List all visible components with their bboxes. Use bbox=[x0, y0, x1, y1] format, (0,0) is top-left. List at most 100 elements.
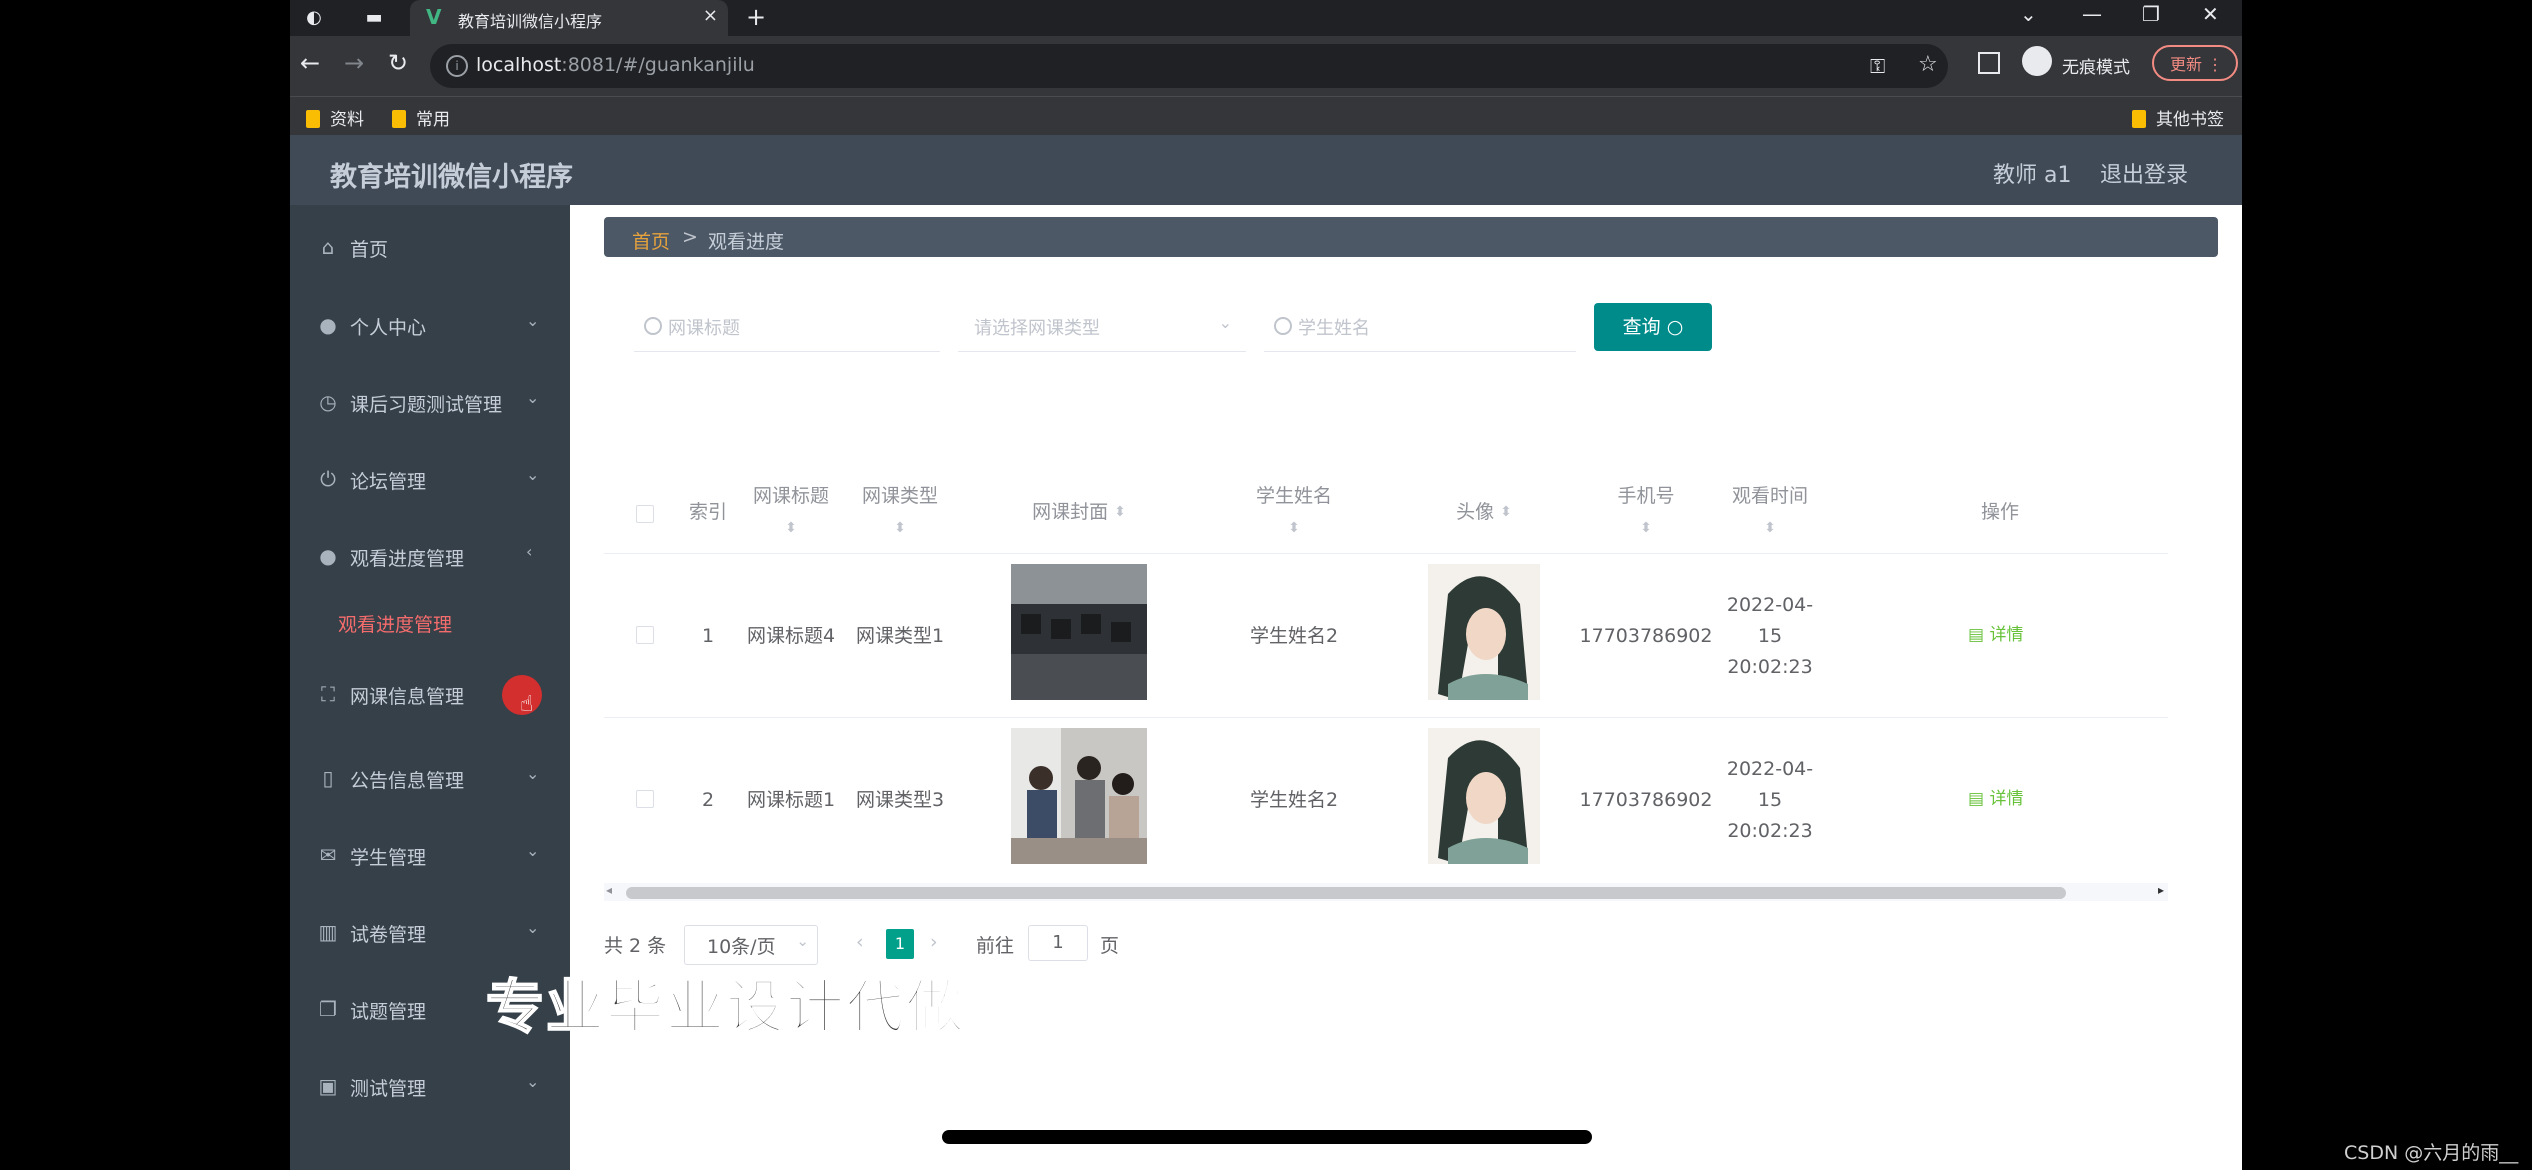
pagination: 共 2 条 10条/页 ⌄ ‹ 1 › 前往 1 页 bbox=[604, 925, 1304, 965]
bookmark-folder[interactable]: 常用 bbox=[392, 105, 450, 130]
sidebar-item-home[interactable]: ⌂ 首页 bbox=[290, 221, 570, 277]
hand-cursor-icon: ☝ bbox=[520, 692, 534, 717]
sidebar-item-profile[interactable]: ● 个人中心 ⌄ bbox=[290, 299, 570, 355]
row-checkbox[interactable] bbox=[636, 790, 654, 808]
tab-title: 教育培训微信小程序 bbox=[458, 12, 603, 31]
scroll-left-icon[interactable]: ◂ bbox=[606, 883, 612, 897]
new-tab-icon[interactable]: + bbox=[746, 3, 766, 31]
goto-label: 前往 bbox=[976, 935, 1015, 957]
cell-title: 网课标题4 bbox=[746, 624, 836, 647]
sort-icon[interactable]: ⬍ bbox=[785, 520, 797, 536]
course-title-search-input[interactable]: 网课标题 bbox=[634, 301, 940, 352]
update-button[interactable]: 更新 ⋮ bbox=[2152, 45, 2238, 81]
chevron-down-icon: ⌄ bbox=[526, 841, 540, 860]
copy-icon: ❐ bbox=[319, 997, 337, 1021]
avatar bbox=[1428, 728, 1540, 864]
detail-button[interactable]: ▤ 详情 bbox=[1968, 620, 2023, 645]
sidebar-item-students[interactable]: ✉ 学生管理 ⌄ bbox=[290, 829, 570, 885]
close-tab-icon[interactable]: × bbox=[703, 5, 718, 26]
course-cover-image bbox=[1011, 728, 1147, 864]
sidebar-item-notices[interactable]: ▯ 公告信息管理 ⌄ bbox=[290, 752, 570, 808]
page-number[interactable]: 1 bbox=[886, 929, 914, 959]
breadcrumb: 首页 > 观看进度 bbox=[604, 217, 2218, 257]
scrollbar-thumb[interactable] bbox=[626, 887, 2066, 899]
sort-icon[interactable]: ⬍ bbox=[1640, 520, 1652, 536]
horizontal-scrollbar[interactable]: ◂ ▸ bbox=[604, 883, 2168, 901]
folder-icon bbox=[2132, 110, 2146, 128]
chevron-down-icon: ⌄ bbox=[526, 918, 540, 937]
sort-icon[interactable]: ⬍ bbox=[1114, 497, 1126, 527]
search-icon bbox=[1274, 317, 1292, 335]
tab-search-chevron-icon[interactable]: ⌄ bbox=[2020, 2, 2037, 26]
goto-page-input[interactable]: 1 bbox=[1028, 925, 1088, 961]
credit-text: CSDN @六月的雨__ bbox=[2344, 1142, 2519, 1164]
close-window-icon[interactable]: ✕ bbox=[2202, 2, 2219, 26]
prev-page-icon[interactable]: ‹ bbox=[856, 931, 864, 953]
cell-title: 网课标题1 bbox=[746, 788, 836, 811]
scroll-right-icon[interactable]: ▸ bbox=[2158, 883, 2164, 897]
next-page-icon[interactable]: › bbox=[930, 931, 938, 953]
bookmark-folder[interactable]: 资料 bbox=[306, 105, 364, 130]
clock-icon: ◷ bbox=[319, 390, 337, 414]
fullscreen-icon: ⛶ bbox=[321, 682, 335, 706]
chart-icon: ▥ bbox=[318, 920, 338, 944]
document-icon: ▤ bbox=[1968, 789, 1985, 809]
sidebar-subitem-progress[interactable]: 观看进度管理 bbox=[338, 610, 452, 637]
avatar bbox=[1428, 564, 1540, 700]
user-label: 教师 a1 bbox=[1993, 163, 2072, 188]
sidebar-item-tests[interactable]: ▣ 测试管理 ⌄ bbox=[290, 1060, 570, 1116]
query-button[interactable]: 查询 ○ bbox=[1594, 303, 1712, 351]
data-table: 索引 网课标题 ⬍ 网课类型 ⬍ 网课封面 ⬍ 学生姓名 ⬍ 头像 ⬍ 手机号 ⬍ 观看… bbox=[604, 453, 2168, 881]
tab-search-icon[interactable]: ◐ bbox=[302, 6, 326, 30]
course-cover-image bbox=[1011, 564, 1147, 700]
sidebar-item-homework[interactable]: ◷ 课后习题测试管理 ⌄ bbox=[290, 376, 570, 432]
total-count: 共 2 条 bbox=[604, 935, 667, 957]
cell-index: 2 bbox=[701, 788, 715, 811]
site-info-icon[interactable]: i bbox=[446, 55, 468, 77]
page-size-select[interactable]: 10条/页 ⌄ bbox=[684, 925, 818, 965]
breadcrumb-home[interactable]: 首页 bbox=[632, 227, 670, 254]
breadcrumb-separator: > bbox=[682, 226, 698, 248]
search-icon: ○ bbox=[1666, 316, 1684, 338]
incognito-icon[interactable] bbox=[2022, 46, 2052, 76]
forward-icon[interactable]: → bbox=[344, 48, 364, 78]
bookmark-star-icon[interactable]: ☆ bbox=[1918, 52, 1938, 77]
document-icon: ▤ bbox=[1968, 625, 1985, 645]
sort-icon[interactable]: ⬍ bbox=[1500, 497, 1512, 527]
app-title: 教育培训微信小程序 bbox=[330, 162, 573, 193]
url-text[interactable]: localhost:8081/#/guankanjilu bbox=[476, 54, 755, 76]
chevron-down-icon: ⌄ bbox=[526, 465, 540, 484]
sidebar-item-forum[interactable]: ⏻ 论坛管理 ⌄ bbox=[290, 453, 570, 509]
sort-icon[interactable]: ⬍ bbox=[1764, 520, 1776, 536]
minimize-icon[interactable]: — bbox=[2082, 2, 2102, 26]
row-checkbox[interactable] bbox=[636, 626, 654, 644]
watermark-text: 专业毕业设计代做 bbox=[485, 972, 967, 1042]
sidebar-item-progress[interactable]: ● 观看进度管理 ‹ bbox=[290, 530, 570, 586]
user-icon: ● bbox=[319, 544, 337, 568]
sort-icon[interactable]: ⬍ bbox=[894, 520, 906, 536]
home-icon: ⌂ bbox=[321, 235, 335, 259]
power-icon: ⏻ bbox=[320, 467, 336, 491]
phone-icon: ▯ bbox=[322, 766, 334, 790]
back-icon[interactable]: ← bbox=[300, 48, 320, 78]
detail-button[interactable]: ▤ 详情 bbox=[1968, 784, 2023, 809]
user-icon: ● bbox=[319, 313, 337, 337]
side-panel-icon[interactable] bbox=[1978, 52, 2000, 74]
address-bar[interactable]: i localhost:8081/#/guankanjilu ⚿ ☆ bbox=[430, 44, 1948, 88]
sidebar-item-papers[interactable]: ▥ 试卷管理 ⌄ bbox=[290, 906, 570, 962]
cell-phone: 17703786902 bbox=[1579, 624, 1713, 647]
app-header: 教育培训微信小程序 教师 a1 退出登录 bbox=[290, 135, 2242, 205]
browser-tab[interactable]: V 教育培训微信小程序 × bbox=[410, 0, 728, 36]
logout-link[interactable]: 退出登录 bbox=[2100, 157, 2188, 189]
select-all-checkbox[interactable] bbox=[636, 505, 654, 523]
key-icon[interactable]: ⚿ bbox=[1870, 54, 1885, 78]
chevron-down-icon: ⌄ bbox=[1218, 313, 1232, 332]
other-bookmarks[interactable]: 其他书签 bbox=[2132, 105, 2224, 130]
tab-group-icon[interactable]: ▬ bbox=[362, 6, 386, 30]
reload-icon[interactable]: ↻ bbox=[388, 48, 408, 78]
course-type-select[interactable]: 请选择网课类型 ⌄ bbox=[958, 301, 1246, 352]
sort-icon[interactable]: ⬍ bbox=[1288, 520, 1300, 536]
table-row: 1 网课标题4 网课类型1 学生姓名2 17703786902 2022-04-… bbox=[604, 553, 2168, 718]
restore-icon[interactable]: ❐ bbox=[2142, 2, 2160, 26]
student-name-search-input[interactable]: 学生姓名 bbox=[1264, 301, 1576, 352]
